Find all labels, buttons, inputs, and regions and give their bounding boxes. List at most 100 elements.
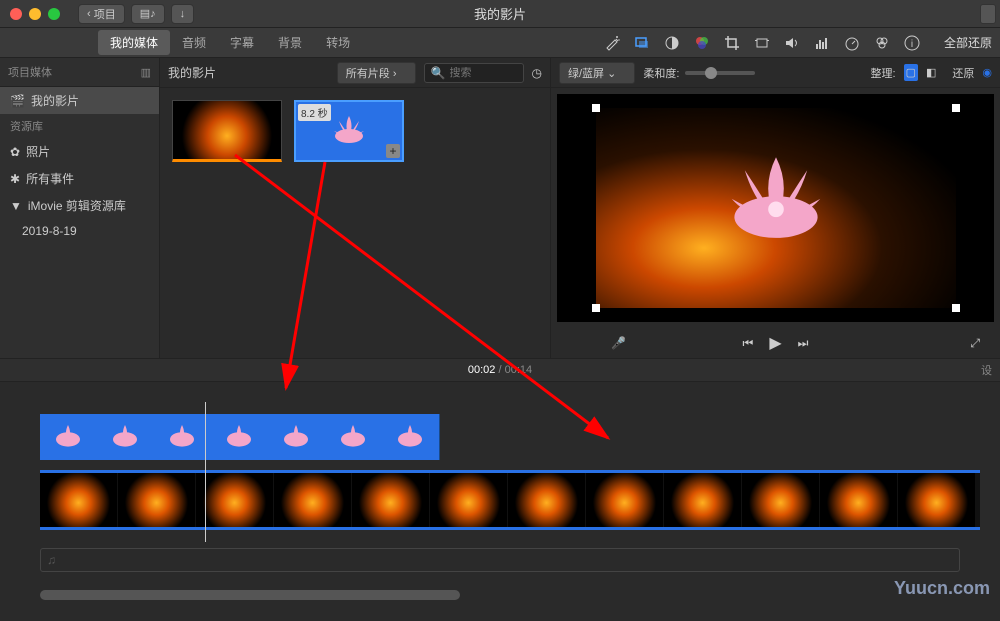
crop-handle[interactable]	[952, 104, 960, 112]
timeline-frame[interactable]	[508, 473, 586, 527]
timeline-frame[interactable]	[97, 414, 154, 460]
window-controls	[10, 8, 60, 20]
minimize-window-button[interactable]	[29, 8, 41, 20]
back-label: 项目	[94, 6, 116, 22]
flower-icon: ✿	[10, 145, 20, 159]
time-total: 00:14	[505, 364, 533, 376]
clock-icon[interactable]: ◷	[532, 66, 542, 80]
softness-slider[interactable]	[685, 71, 755, 75]
sidebar-item-event-date[interactable]: 2019-8-19	[0, 219, 159, 243]
sidebar-toggle-icon[interactable]: ▥	[141, 66, 151, 79]
svg-text:i: i	[911, 39, 913, 50]
crop-handle[interactable]	[592, 304, 600, 312]
filter-icon[interactable]	[874, 35, 890, 51]
arrange-label: 整理:	[871, 65, 896, 81]
next-clip-button[interactable]: ⏭	[798, 336, 809, 351]
sidebar-header-project: 项目媒体	[8, 64, 52, 80]
back-button[interactable]: ‹ 项目	[78, 4, 125, 24]
timeline-settings-button[interactable]: 设	[981, 362, 992, 378]
reset-button[interactable]: 还原	[952, 65, 974, 81]
tab-subtitle[interactable]: 字幕	[218, 30, 266, 55]
timeline-frame[interactable]	[40, 414, 97, 460]
timeline-frame[interactable]	[40, 473, 118, 527]
tab-background[interactable]: 背景	[266, 30, 314, 55]
fullscreen-icon[interactable]: ⤢	[970, 336, 980, 351]
play-button[interactable]: ▶	[769, 333, 781, 353]
clapperboard-icon: 🎬	[10, 94, 25, 108]
equalizer-icon[interactable]	[814, 35, 830, 51]
library-mode-button[interactable]: ▤♪	[131, 4, 165, 24]
add-clip-button[interactable]: +	[386, 144, 400, 158]
clip-filter-dropdown[interactable]: 所有片段 ›	[337, 62, 416, 84]
timeline-frame[interactable]	[268, 414, 325, 460]
speed-icon[interactable]	[844, 35, 860, 51]
crop-handle[interactable]	[952, 304, 960, 312]
music-note-icon: ♫	[47, 553, 56, 567]
window-title: 我的影片	[474, 4, 526, 23]
timeline-scrollbar[interactable]	[40, 590, 460, 600]
color-balance-icon[interactable]	[664, 35, 680, 51]
apply-icon[interactable]: ◉	[982, 66, 992, 79]
close-window-button[interactable]	[10, 8, 22, 20]
stabilize-icon[interactable]	[754, 35, 770, 51]
timeline-frame[interactable]	[118, 473, 196, 527]
auto-enhance-icon[interactable]	[604, 35, 620, 51]
timeline-frame[interactable]	[664, 473, 742, 527]
tab-my-media[interactable]: 我的媒体	[98, 30, 170, 55]
timeline-frame[interactable]	[382, 414, 439, 460]
crop-icon[interactable]	[724, 35, 740, 51]
watermark: Yuucn.com	[894, 578, 990, 599]
info-icon[interactable]: i	[904, 35, 920, 51]
browser-title: 我的影片	[168, 64, 216, 81]
main-toolbar: 我的媒体 音频 字幕 背景 转场 i 全部还原	[0, 28, 1000, 58]
timeline-header: 00:02 / 00:14 设	[0, 358, 1000, 382]
overlay-track[interactable]	[40, 414, 440, 460]
voiceover-icon[interactable]: 🎤	[611, 336, 626, 350]
sidebar-item-photos[interactable]: ✿照片	[0, 138, 159, 165]
timeline-frame[interactable]	[196, 473, 274, 527]
sidebar-item-project[interactable]: 🎬我的影片	[0, 87, 159, 114]
preview-panel: 绿/蓝屏 ⌄ 柔和度: 整理: ▢ ◧ 还原 ◉	[550, 58, 1000, 358]
timeline-frame[interactable]	[154, 414, 211, 460]
overlay-effect-dropdown[interactable]: 绿/蓝屏 ⌄	[559, 62, 635, 84]
playback-controls: 🎤 ⏮ ▶ ⏭ ⤢	[551, 328, 1000, 358]
clip-thumbnail-flower[interactable]: 8.2 秒 +	[294, 100, 404, 162]
timeline-frame[interactable]	[898, 473, 976, 527]
timeline-frame[interactable]	[211, 414, 268, 460]
timeline[interactable]: ♫	[0, 382, 1000, 604]
tab-audio[interactable]: 音频	[170, 30, 218, 55]
share-button[interactable]	[980, 4, 996, 24]
preview-lotus	[706, 137, 846, 267]
prev-clip-button[interactable]: ⏮	[743, 336, 754, 351]
search-input[interactable]	[449, 67, 509, 79]
maximize-window-button[interactable]	[48, 8, 60, 20]
playhead[interactable]	[205, 402, 206, 542]
tab-transition[interactable]: 转场	[314, 30, 362, 55]
sidebar-item-imovie-library[interactable]: ▼iMovie 剪辑资源库	[0, 192, 159, 219]
clip-thumbnail-fire[interactable]	[172, 100, 282, 162]
timeline-frame[interactable]	[820, 473, 898, 527]
time-current: 00:02	[468, 364, 496, 376]
timeline-frame[interactable]	[586, 473, 664, 527]
music-track[interactable]: ♫	[40, 548, 960, 572]
import-button[interactable]: ↓	[171, 4, 195, 24]
overlay-icon[interactable]	[634, 35, 650, 51]
sidebar: 项目媒体▥ 🎬我的影片 资源库 ✿照片 ✱所有事件 ▼iMovie 剪辑资源库 …	[0, 58, 160, 358]
arrange-front-button[interactable]: ▢	[904, 64, 918, 81]
preview-canvas[interactable]	[557, 94, 994, 322]
volume-icon[interactable]	[784, 35, 800, 51]
timeline-frame[interactable]	[430, 473, 508, 527]
crop-handle[interactable]	[592, 104, 600, 112]
disclosure-icon: ▼	[10, 199, 22, 213]
timeline-frame[interactable]	[742, 473, 820, 527]
sidebar-item-all-events[interactable]: ✱所有事件	[0, 165, 159, 192]
color-correction-icon[interactable]	[694, 35, 710, 51]
primary-track[interactable]	[40, 470, 980, 530]
search-box[interactable]: 🔍	[424, 63, 524, 83]
timeline-frame[interactable]	[325, 414, 382, 460]
timeline-frame[interactable]	[274, 473, 352, 527]
arrange-back-button[interactable]: ◧	[926, 66, 936, 79]
sidebar-header-library: 资源库	[0, 114, 159, 138]
timeline-frame[interactable]	[352, 473, 430, 527]
reset-all-button[interactable]: 全部还原	[944, 34, 992, 51]
